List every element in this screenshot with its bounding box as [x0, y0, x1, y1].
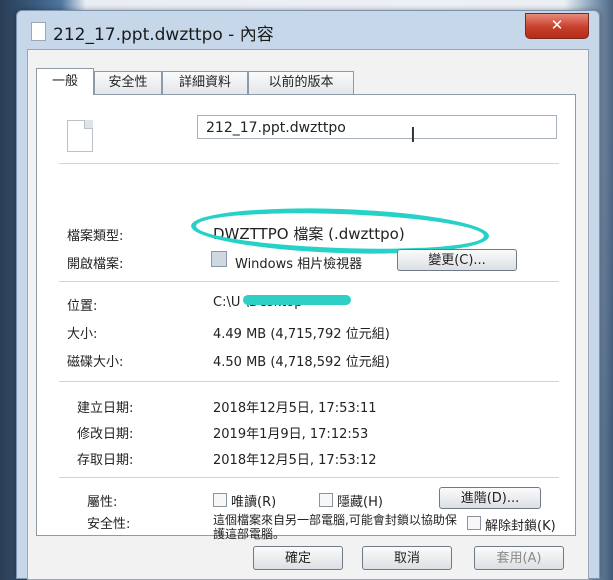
change-button[interactable]: 變更(C)...	[397, 249, 517, 271]
size-on-disk-value: 4.50 MB (4,718,592 位元組)	[213, 355, 390, 370]
properties-dialog: 212_17.ppt.dwzttpo - 內容 ✕ 一般 安全性 詳細資料 以前…	[16, 10, 600, 580]
security-label: 安全性:	[87, 517, 131, 532]
unblock-checkbox[interactable]	[467, 516, 481, 530]
title-bar[interactable]: 212_17.ppt.dwzttpo - 內容 ✕	[17, 11, 599, 49]
cancel-button[interactable]: 取消	[362, 546, 452, 570]
ok-button[interactable]: 確定	[253, 546, 343, 570]
attributes-label: 屬性:	[87, 495, 118, 510]
apply-button[interactable]: 套用(A)	[474, 546, 564, 570]
advanced-button[interactable]: 進階(D)...	[439, 487, 541, 509]
tab-previous-versions[interactable]: 以前的版本	[248, 71, 354, 94]
divider	[59, 281, 559, 282]
security-message: 這個檔案來自另一部電腦,可能會封鎖以協助保護這部電腦。	[213, 513, 457, 541]
text-cursor-icon: I	[410, 123, 416, 147]
close-button[interactable]: ✕	[525, 13, 589, 39]
tab-general[interactable]: 一般	[36, 68, 94, 95]
modified-value: 2019年1月9日, 17:12:53	[213, 427, 369, 442]
created-label: 建立日期:	[77, 401, 134, 416]
divider	[59, 163, 559, 164]
readonly-label: 唯讀(R)	[231, 495, 277, 510]
dialog-body: 一般 安全性 詳細資料 以前的版本 212_17.ppt.dwzttpo I 檔…	[27, 49, 589, 580]
size-on-disk-label: 磁碟大小:	[67, 355, 124, 370]
size-value: 4.49 MB (4,715,792 位元組)	[213, 327, 390, 342]
divider	[59, 477, 559, 478]
size-label: 大小:	[67, 327, 98, 342]
divider	[59, 381, 559, 382]
opens-with-value: Windows 相片檢視器	[235, 257, 363, 272]
location-label: 位置:	[67, 299, 98, 314]
window-title: 212_17.ppt.dwzttpo - 內容	[53, 25, 274, 45]
file-name-field[interactable]: 212_17.ppt.dwzttpo	[197, 115, 557, 139]
accessed-value: 2018年12月5日, 17:53:12	[213, 453, 377, 468]
general-tab-panel: 212_17.ppt.dwzttpo I 檔案類型: DWZTTPO 檔案 (.…	[36, 94, 576, 541]
hidden-checkbox[interactable]	[319, 493, 333, 507]
photo-viewer-icon	[211, 251, 227, 267]
readonly-checkbox[interactable]	[213, 493, 227, 507]
hidden-label: 隱藏(H)	[337, 495, 383, 510]
redaction-mark	[243, 295, 351, 305]
tab-details[interactable]: 詳細資料	[162, 71, 248, 94]
file-type-label: 檔案類型:	[67, 229, 124, 244]
opens-with-label: 開啟檔案:	[67, 257, 124, 272]
created-value: 2018年12月5日, 17:53:11	[213, 401, 377, 416]
unblock-label: 解除封鎖(K)	[485, 519, 556, 534]
tab-security[interactable]: 安全性	[94, 71, 162, 94]
accessed-label: 存取日期:	[77, 453, 134, 468]
modified-label: 修改日期:	[77, 427, 134, 442]
file-icon-fold	[84, 120, 93, 129]
document-icon	[31, 22, 46, 41]
